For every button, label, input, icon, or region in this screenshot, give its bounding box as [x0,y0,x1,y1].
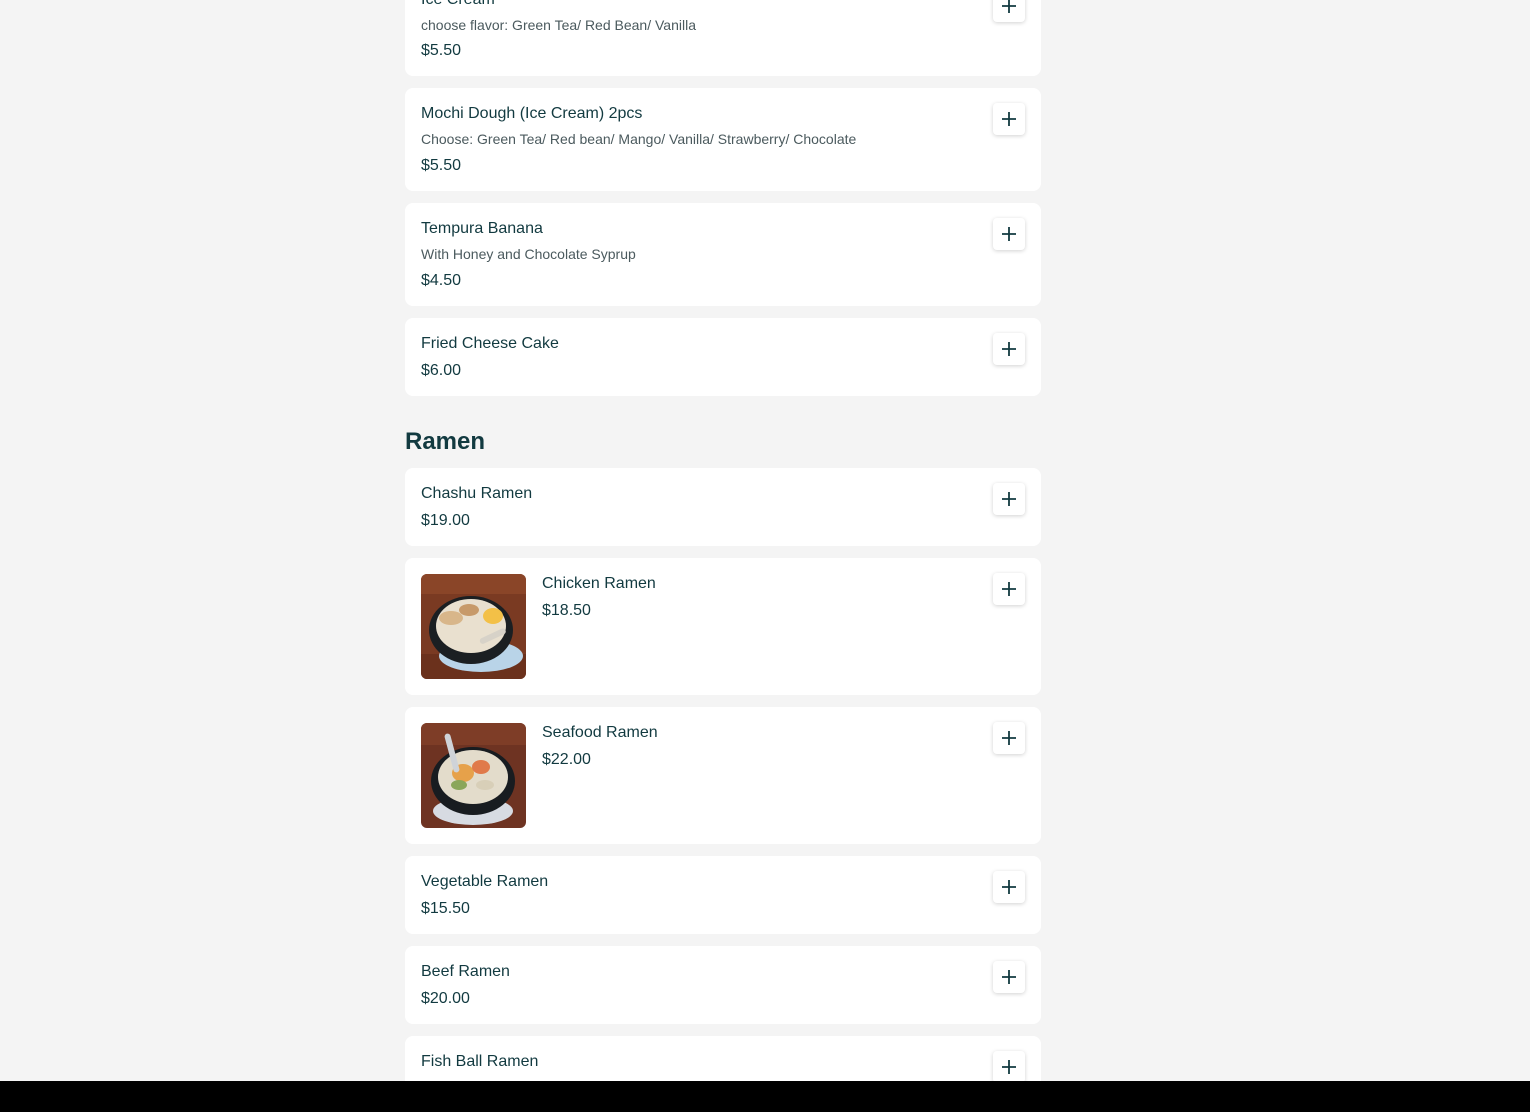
add-item-button[interactable] [993,483,1025,515]
menu-item-card[interactable]: Chicken Ramen $18.50 [405,558,1041,695]
add-item-button[interactable] [993,1051,1025,1081]
menu-item-description: choose flavor: Green Tea/ Red Bean/ Vani… [421,17,696,33]
plus-icon [1002,112,1016,126]
menu-item-card[interactable]: Fish Ball Ramen [405,1036,1041,1081]
plus-icon [1002,492,1016,506]
menu-item-price: $4.50 [421,272,462,289]
menu-item-name: Seafood Ramen [542,724,658,741]
menu-item-card[interactable]: Chashu Ramen $19.00 [405,468,1041,546]
add-item-button[interactable] [993,722,1025,754]
plus-icon [1002,227,1016,241]
add-item-button[interactable] [993,103,1025,135]
add-item-button[interactable] [993,333,1025,365]
menu-item-name: Mochi Dough (Ice Cream) 2pcs [421,105,643,122]
menu-item-card[interactable]: Vegetable Ramen $15.50 [405,856,1041,934]
menu-item-price: $6.00 [421,362,462,379]
menu-item-description: With Honey and Chocolate Syprup [421,246,636,262]
menu-item-price: $5.50 [421,157,462,174]
plus-icon [1002,970,1016,984]
menu-item-card[interactable]: Beef Ramen $20.00 [405,946,1041,1024]
menu-item-name: Fish Ball Ramen [421,1053,539,1070]
plus-icon [1002,731,1016,745]
menu-item-card[interactable]: Seafood Ramen $22.00 [405,707,1041,844]
seafood-ramen-photo [421,723,526,828]
menu-item-price: $20.00 [421,990,470,1007]
plus-icon [1002,1060,1016,1074]
menu-item-card[interactable]: Ice Cream choose flavor: Green Tea/ Red … [405,0,1041,76]
add-item-button[interactable] [993,871,1025,903]
menu-item-price: $15.50 [421,900,470,917]
menu-item-price: $5.50 [421,42,462,59]
menu-item-price: $19.00 [421,512,470,529]
plus-icon [1002,880,1016,894]
menu-item-name: Chashu Ramen [421,485,533,502]
menu-item-name: Chicken Ramen [542,575,656,592]
plus-icon [1002,342,1016,356]
plus-icon [1002,582,1016,596]
menu-item-price: $22.00 [542,751,591,768]
menu-item-card[interactable]: Mochi Dough (Ice Cream) 2pcs Choose: Gre… [405,88,1041,191]
menu-item-name: Tempura Banana [421,220,543,237]
bottom-black-bar [0,1081,1530,1112]
plus-icon [1002,0,1016,13]
menu-item-description: Choose: Green Tea/ Red bean/ Mango/ Vani… [421,131,857,147]
menu-item-price: $18.50 [542,602,591,619]
menu-item-name: Fried Cheese Cake [421,335,559,352]
menu-item-card[interactable]: Fried Cheese Cake $6.00 [405,318,1041,396]
menu-item-name: Beef Ramen [421,963,510,980]
add-item-button[interactable] [993,961,1025,993]
add-item-button[interactable] [993,218,1025,250]
menu-item-name: Ice Cream [421,0,495,9]
menu-page: Ice Cream choose flavor: Green Tea/ Red … [0,0,1530,1081]
add-item-button[interactable] [993,0,1025,22]
menu-item-name: Vegetable Ramen [421,873,549,890]
section-title-ramen: Ramen [405,428,486,455]
add-item-button[interactable] [993,573,1025,605]
menu-item-card[interactable]: Tempura Banana With Honey and Chocolate … [405,203,1041,306]
chicken-ramen-photo [421,574,526,679]
